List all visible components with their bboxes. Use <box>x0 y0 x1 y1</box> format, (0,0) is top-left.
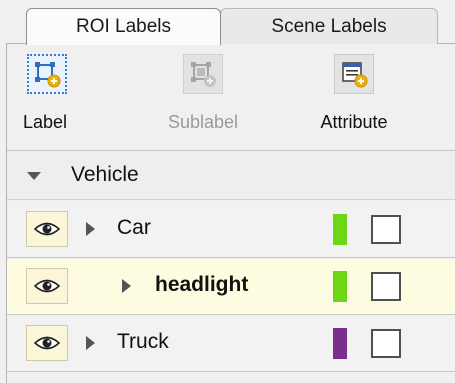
roi-label-add-icon <box>27 54 67 94</box>
label-color-swatch[interactable] <box>333 328 347 359</box>
label-checkbox[interactable] <box>371 329 401 358</box>
sublabel-add-icon <box>183 54 223 94</box>
sublabel-name: headlight <box>155 273 249 296</box>
label-name: Car <box>117 216 151 239</box>
tab-scene-labels[interactable]: Scene Labels <box>220 8 438 44</box>
label-color-swatch[interactable] <box>333 214 347 245</box>
group-row-vehicle[interactable]: Vehicle <box>7 150 455 200</box>
visibility-eye-icon[interactable] <box>26 325 68 361</box>
attribute-add-icon <box>334 54 374 94</box>
label-color-swatch[interactable] <box>333 271 347 302</box>
collapse-chevron-icon[interactable] <box>27 172 41 180</box>
add-sublabel-text: Sublabel <box>167 112 239 132</box>
expand-arrow-icon[interactable] <box>86 336 95 350</box>
label-row-car[interactable]: Car <box>7 202 455 258</box>
group-label: Vehicle <box>71 163 139 186</box>
visibility-eye-icon[interactable] <box>26 268 68 304</box>
label-name: Truck <box>117 330 169 353</box>
label-row-truck[interactable]: Truck <box>7 316 455 372</box>
add-attribute-button[interactable]: Attribute <box>296 48 412 148</box>
label-checkbox[interactable] <box>371 272 401 301</box>
add-label-text: Label <box>22 112 68 132</box>
expand-arrow-icon[interactable] <box>86 222 95 236</box>
label-checkbox[interactable] <box>371 215 401 244</box>
label-tabs: ROI Labels Scene Labels <box>0 0 455 45</box>
tab-roi-labels[interactable]: ROI Labels <box>26 8 221 45</box>
roi-labels-panel: Label Sublabel Attribute Vehicle Car hea… <box>6 43 455 383</box>
visibility-eye-icon[interactable] <box>26 211 68 247</box>
label-row-headlight[interactable]: headlight <box>7 259 455 315</box>
add-sublabel-button[interactable]: Sublabel <box>157 48 249 148</box>
add-attribute-text: Attribute <box>320 112 388 132</box>
expand-arrow-icon[interactable] <box>122 279 131 293</box>
add-label-button[interactable]: Label <box>0 48 91 148</box>
label-toolbar: Label Sublabel Attribute <box>7 44 455 149</box>
